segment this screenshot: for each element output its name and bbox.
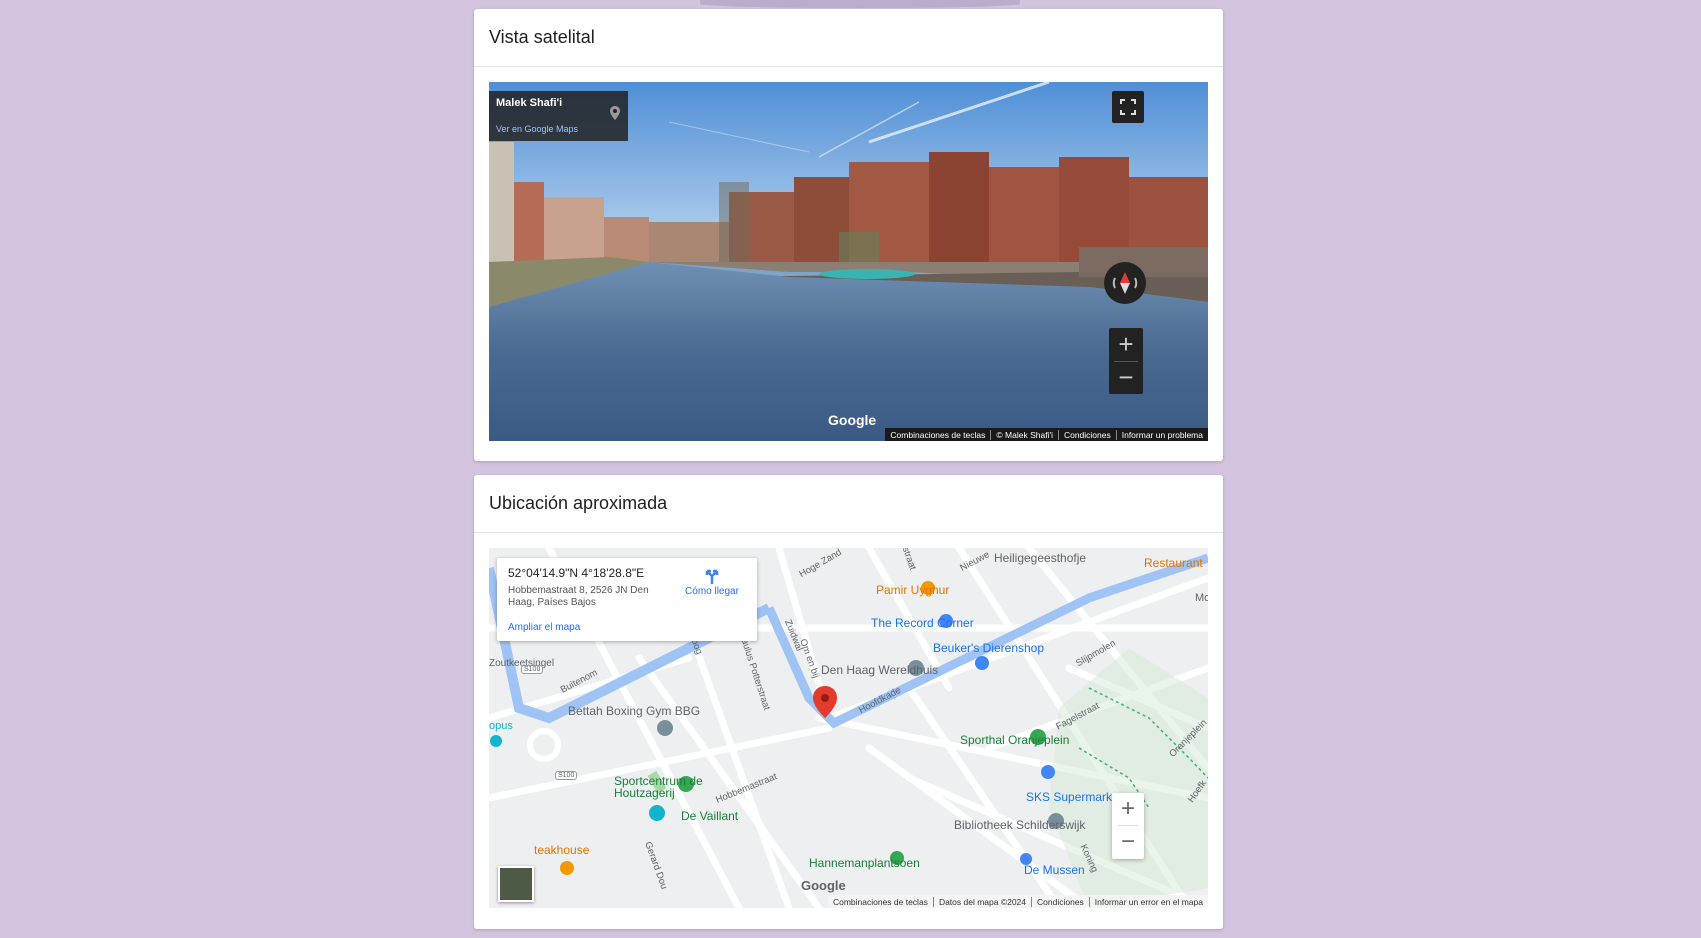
poi-label[interactable]: Beuker's Dierenshop — [933, 641, 1044, 655]
coordinates-text: 52°04'14.9"N 4°18'28.8"E — [508, 566, 645, 580]
streetview-panorama[interactable]: Malek Shafi'i Ver en Google Maps + − Goo… — [489, 82, 1208, 441]
map-zoom-out-button[interactable]: − — [1112, 826, 1144, 858]
poi-label[interactable]: Den Haag Wereldhuis — [821, 663, 938, 677]
map-zoom-in-button[interactable]: + — [1112, 793, 1144, 825]
satellite-layer-toggle[interactable] — [498, 866, 534, 902]
fullscreen-button[interactable] — [1112, 91, 1144, 123]
copyright-text: © Malek Shafi'i — [990, 429, 1058, 440]
poi-label[interactable]: De Vaillant — [681, 809, 738, 823]
map-data-text: Datos del mapa ©2024 — [932, 896, 1031, 907]
directions-label: Cómo llegar — [685, 586, 739, 597]
compass-icon — [1112, 272, 1138, 294]
poi-label[interactable]: Heiligegeesthofje — [994, 551, 1086, 565]
google-logo: Google — [828, 412, 877, 428]
poi-label[interactable]: Pamir Uyghur — [876, 583, 949, 597]
poi-label[interactable]: De Mussen — [1024, 863, 1085, 877]
poi-label[interactable]: Bibliotheek Schilderswijk — [954, 818, 1085, 832]
satellite-card: Vista satelital Malek Shafi'i Ver en Goo… — [474, 9, 1223, 461]
address-text: Hobbemastraat 8, 2526 JN Den Haag, Paíse… — [508, 585, 649, 608]
location-pin-icon — [610, 106, 620, 125]
poi-label[interactable]: teakhouse — [534, 843, 589, 857]
keyboard-shortcuts-link[interactable]: Combinaciones de teclas — [885, 430, 990, 440]
streetview-info-box: Malek Shafi'i Ver en Google Maps — [489, 91, 628, 141]
poi-label[interactable]: Mo — [1195, 592, 1208, 604]
poi-label[interactable]: The Record Corner — [871, 616, 974, 630]
map-footer: Combinaciones de teclas Datos del mapa ©… — [827, 895, 1208, 908]
poi-label[interactable]: opus — [489, 720, 513, 732]
streetview-zoom-control: + − — [1109, 328, 1143, 394]
road-shield: S100 — [521, 665, 544, 674]
poi-label[interactable]: Hannemanplantsoen — [809, 856, 920, 870]
poi-label[interactable]: Bettah Boxing Gym BBG — [568, 704, 700, 718]
report-map-error-link[interactable]: Informar un error en el mapa — [1088, 896, 1208, 907]
keyboard-shortcuts-link[interactable]: Combinaciones de teclas — [828, 897, 933, 907]
map-canvas[interactable]: Heiligegeesthofje Restaurant Pamir Uyghu… — [489, 548, 1208, 908]
streetview-footer: Combinaciones de teclas © Malek Shafi'i … — [885, 428, 1208, 441]
terms-link[interactable]: Condiciones — [1031, 896, 1089, 907]
map-zoom-control: + − — [1112, 793, 1144, 859]
top-shadow — [700, 0, 1020, 8]
poi-label[interactable]: Restaurant — [1144, 556, 1203, 570]
poi-label[interactable]: Sportcentrum de Houtzagerij — [614, 775, 704, 799]
report-problem-link[interactable]: Informar un problema — [1115, 429, 1208, 440]
enlarge-map-link[interactable]: Ampliar el mapa — [508, 622, 580, 633]
poi-label[interactable]: Sporthal Oranjeplein — [960, 733, 1069, 747]
directions-icon — [705, 569, 719, 584]
location-card: Ubicación aproximada Heiligegeesthofje R… — [474, 475, 1223, 929]
directions-button[interactable]: Cómo llegar — [677, 568, 747, 597]
place-info-card: 52°04'14.9"N 4°18'28.8"E Hobbemastraat 8… — [497, 558, 757, 641]
road-shield: S100 — [555, 771, 578, 780]
location-card-title: Ubicación aproximada — [474, 475, 1223, 533]
satellite-card-title: Vista satelital — [474, 9, 1223, 67]
view-in-google-maps-link[interactable]: Ver en Google Maps — [496, 124, 578, 134]
streetview-author: Malek Shafi'i — [496, 97, 563, 109]
fullscreen-icon — [1120, 99, 1136, 115]
terms-link[interactable]: Condiciones — [1057, 429, 1116, 440]
zoom-out-button[interactable]: − — [1109, 361, 1143, 394]
poi-label[interactable]: SKS Supermarkt — [1026, 790, 1115, 804]
google-logo: Google — [801, 878, 846, 893]
compass-control[interactable] — [1104, 262, 1146, 304]
zoom-in-button[interactable]: + — [1109, 328, 1143, 361]
